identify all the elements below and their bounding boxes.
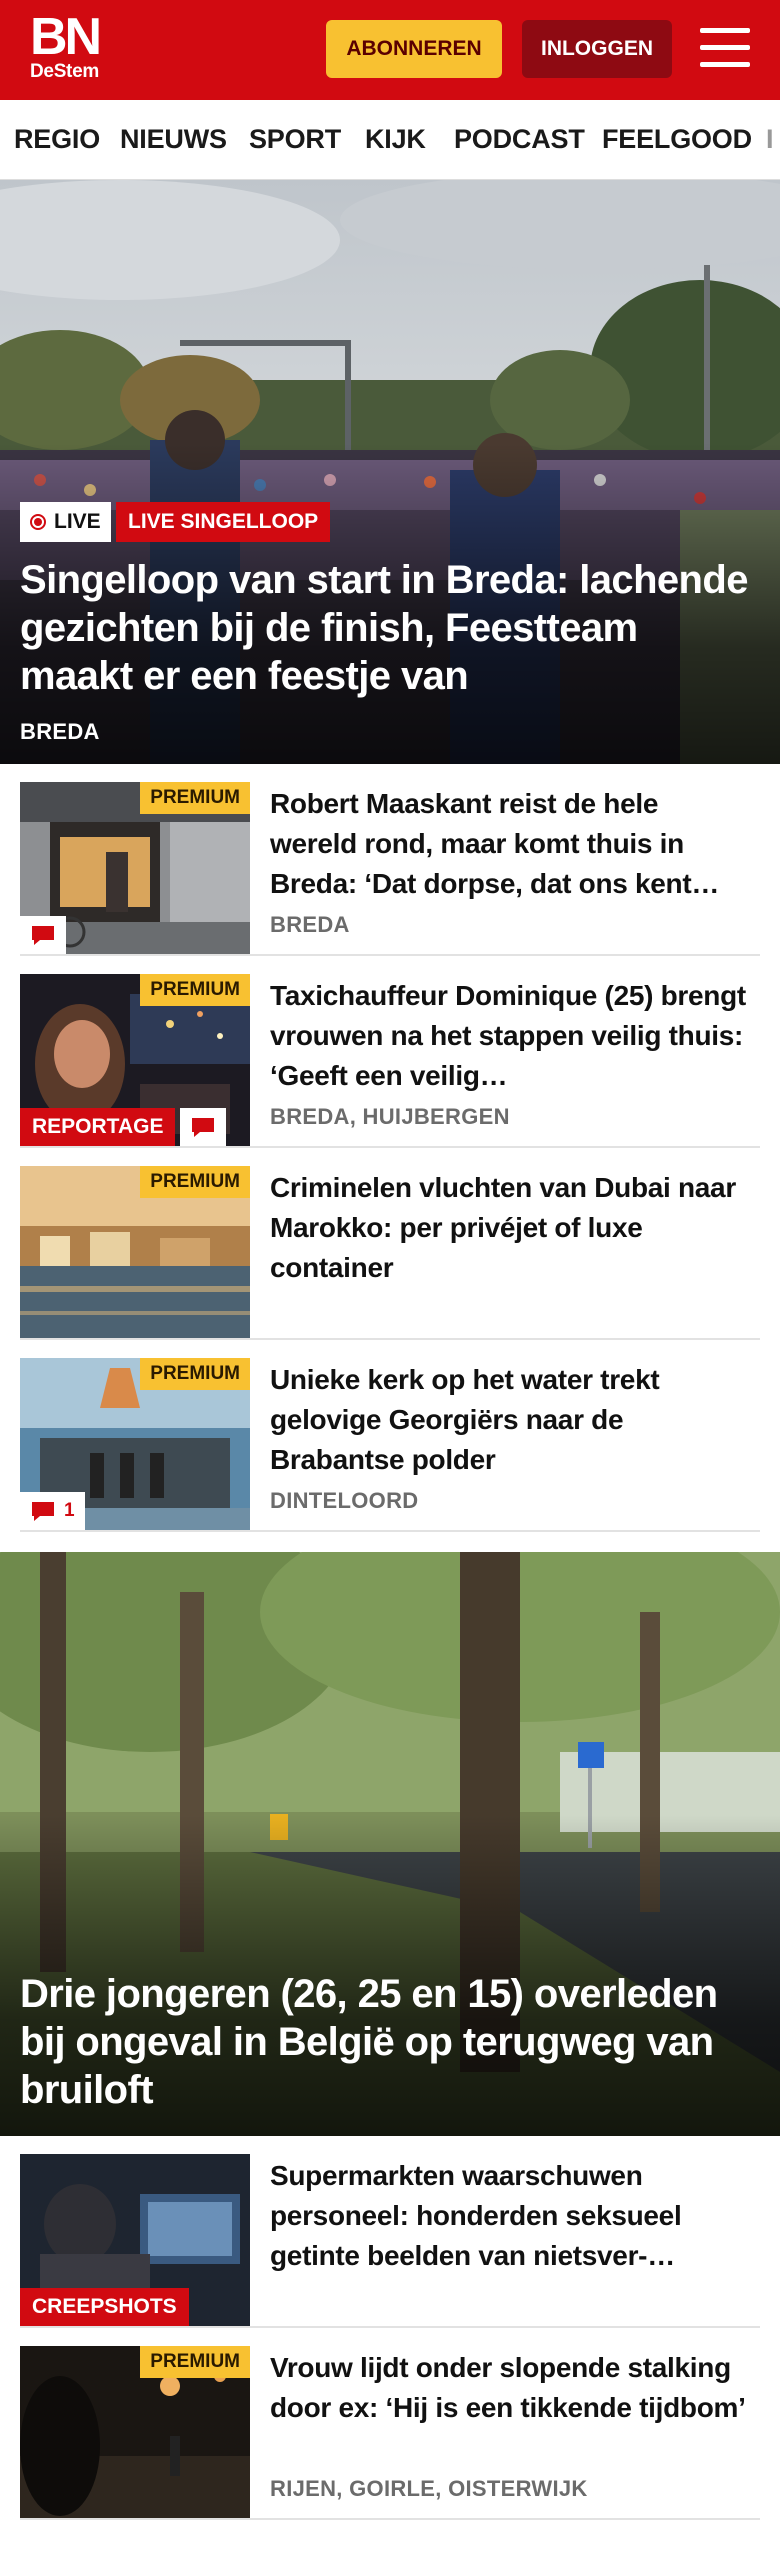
nav-item-regio[interactable]: REGIO xyxy=(14,124,100,155)
nav-item-podcast[interactable]: PODCAST xyxy=(454,124,585,155)
premium-badge: PREMIUM xyxy=(140,974,250,1006)
comment-icon[interactable] xyxy=(20,916,66,954)
article-title[interactable]: Taxichauffeur Dominique (25) brengt vrou… xyxy=(270,976,750,1096)
hero-article-ongeval[interactable]: Drie jongeren (26, 25 en 15) overleden b… xyxy=(0,1552,780,2136)
article-thumbnail: PREMIUM xyxy=(20,1166,250,1338)
premium-badge: PREMIUM xyxy=(140,1358,250,1390)
article-card[interactable]: PREMIUM 1 Unieke kerk op het water trekt… xyxy=(20,1340,760,1532)
live-dot-icon xyxy=(30,514,46,530)
live-badge: LIVE xyxy=(20,502,111,542)
login-button[interactable]: INLOGGEN xyxy=(522,20,672,78)
nav-item-sport[interactable]: SPORT xyxy=(249,124,341,155)
comment-icon[interactable]: 1 xyxy=(20,1492,85,1530)
article-thumbnail: CREEPSHOTS xyxy=(20,2154,250,2326)
live-topic-tag: LIVE SINGELLOOP xyxy=(116,502,331,542)
article-card[interactable]: CREEPSHOTS Supermarkten waarschuwen pers… xyxy=(20,2136,760,2328)
article-card[interactable]: PREMIUM REPORTAGE Taxichauffeur Dominiqu… xyxy=(20,956,760,1148)
article-tag: REPORTAGE xyxy=(20,1108,176,1146)
hero-location: BREDA xyxy=(20,719,100,744)
article-title[interactable]: Robert Maaskant reist de hele wereld ron… xyxy=(270,784,750,904)
live-badge-label: LIVE xyxy=(54,510,101,533)
nav-item-feelgood[interactable]: FEELGOOD xyxy=(602,124,752,155)
article-card[interactable]: PREMIUM Criminelen vluchten van Dubai na… xyxy=(20,1148,760,1340)
article-location: RIJEN, GOIRLE, OISTERWIJK xyxy=(270,2476,588,2501)
nav-item-nieuws[interactable]: NIEUWS xyxy=(120,124,227,155)
article-location: BREDA, HUIJBERGEN xyxy=(270,1104,510,1129)
article-title[interactable]: Supermarkten waarschuwen personeel: hond… xyxy=(270,2156,750,2276)
article-thumbnail: PREMIUM 1 xyxy=(20,1358,250,1530)
article-title[interactable]: Criminelen vluchten van Dubai naar Marok… xyxy=(270,1168,750,1288)
subscribe-button[interactable]: ABONNEREN xyxy=(326,20,502,78)
article-title[interactable]: Unieke kerk op het water trekt gelovige … xyxy=(270,1360,750,1480)
nav-item-kijk[interactable]: KIJK xyxy=(365,124,426,155)
article-thumbnail: PREMIUM REPORTAGE xyxy=(20,974,250,1146)
comment-count: 1 xyxy=(64,1500,75,1521)
hero-article-singelloop[interactable]: LIVE LIVE SINGELLOOP Singelloop van star… xyxy=(0,180,780,764)
article-location: BREDA xyxy=(270,912,350,937)
article-title[interactable]: Vrouw lijdt onder slopende stalking door… xyxy=(270,2348,750,2428)
article-card[interactable]: PREMIUM Vrouw lijdt onder slopende stalk… xyxy=(20,2328,760,2520)
nav-item-overflow[interactable]: I xyxy=(766,124,774,155)
brand-logo-bottom: DeStem xyxy=(30,61,99,82)
article-location: DINTELOORD xyxy=(270,1488,419,1513)
article-thumbnail: PREMIUM xyxy=(20,782,250,954)
site-header: BN DeStem ABONNEREN INLOGGEN xyxy=(0,0,780,100)
article-thumbnail: PREMIUM xyxy=(20,2346,250,2518)
premium-badge: PREMIUM xyxy=(140,2346,250,2378)
premium-badge: PREMIUM xyxy=(140,1166,250,1198)
comment-icon[interactable] xyxy=(180,1108,226,1146)
hamburger-menu-icon[interactable] xyxy=(700,26,750,70)
brand-logo-top: BN xyxy=(30,8,102,66)
article-card[interactable]: PREMIUM Robert Maaskant reist de hele we… xyxy=(20,764,760,956)
article-tag: CREEPSHOTS xyxy=(20,2288,189,2326)
hero-headline[interactable]: Drie jongeren (26, 25 en 15) overleden b… xyxy=(20,1970,760,2114)
hero-headline[interactable]: Singelloop van start in Breda: lachende … xyxy=(20,556,760,700)
brand-logo[interactable]: BN DeStem xyxy=(30,8,102,82)
section-nav: REGIO NIEUWS SPORT KIJK PODCAST FEELGOOD… xyxy=(0,100,780,180)
premium-badge: PREMIUM xyxy=(140,782,250,814)
